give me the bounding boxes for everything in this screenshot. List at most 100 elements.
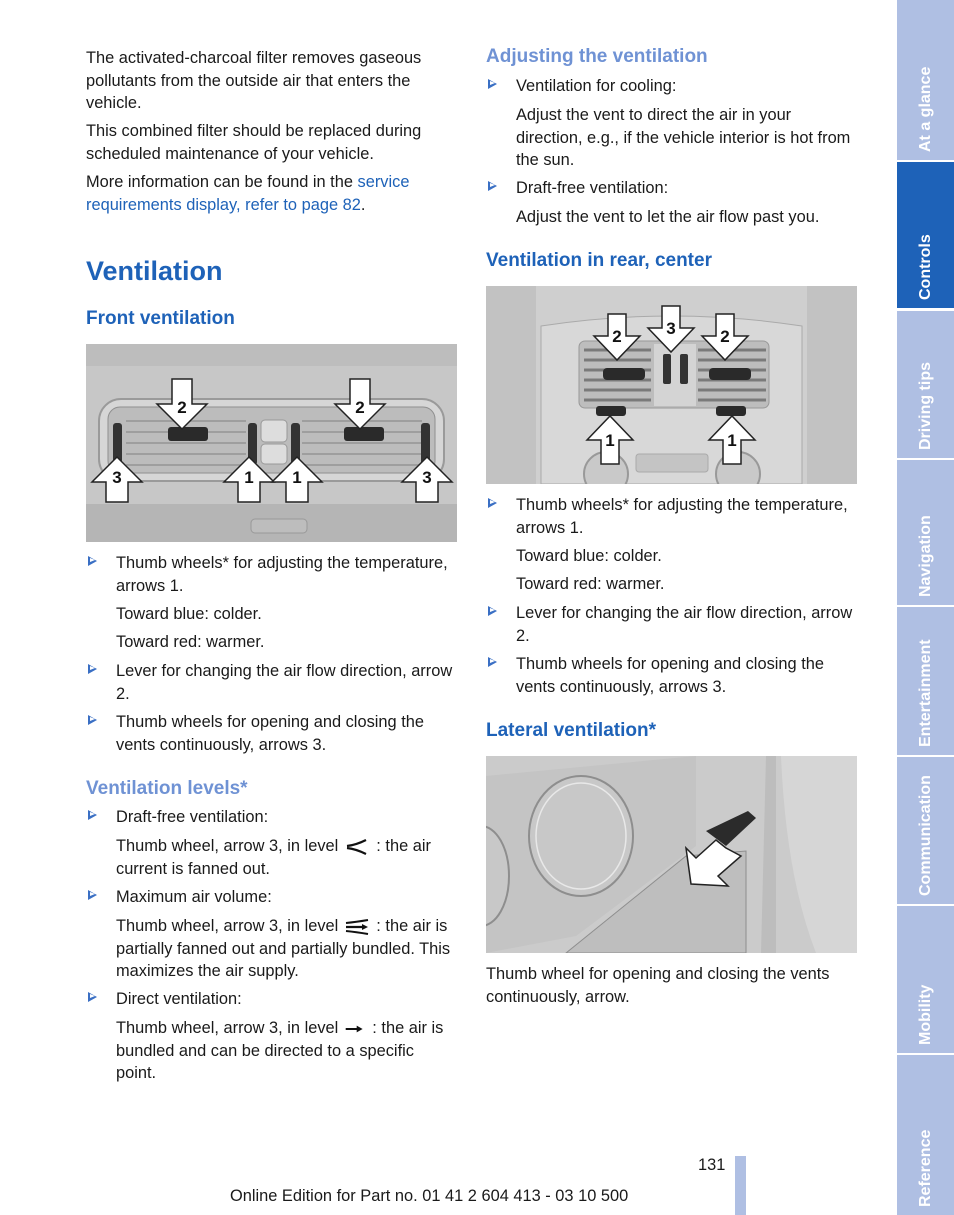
- front-lever-left: [168, 427, 208, 441]
- bullet-text: Thumb wheels for opening and closing the…: [516, 655, 824, 696]
- rear-temp-wheel-left: [596, 406, 626, 416]
- level-desc-direct: Thumb wheel, arrow 3, in level: the air …: [116, 1017, 458, 1085]
- figure-label: 1: [244, 468, 253, 487]
- page-marker-bar: [735, 1156, 746, 1215]
- tab-controls[interactable]: Controls: [897, 162, 954, 308]
- front-bullet-vents: Thumb wheels for opening and closing the…: [86, 711, 458, 756]
- bullet-triangle-icon: [488, 181, 497, 191]
- figure-label: 1: [727, 431, 736, 450]
- bullet-text: Draft-free ventilation:: [116, 808, 269, 826]
- figure-label: 2: [177, 398, 186, 417]
- bullet-triangle-icon: [88, 715, 97, 725]
- level-desc-draft-free: Thumb wheel, arrow 3, in level: the air …: [116, 835, 458, 880]
- tab-communication[interactable]: Communication: [897, 757, 954, 904]
- rear-bullet-lever: Lever for changing the air flow directio…: [486, 602, 858, 647]
- tab-label: Driving tips: [916, 361, 934, 450]
- bullet-text: Thumb wheels* for adjusting the temperat…: [516, 496, 848, 537]
- adjusting-ventilation-heading: Adjusting the ventilation: [486, 46, 708, 67]
- rear-sub-blue: Toward blue: colder.: [516, 547, 662, 565]
- rear-bullet-vents: Thumb wheels for opening and closing the…: [486, 653, 858, 698]
- bullet-triangle-icon: [88, 664, 97, 674]
- tab-entertainment[interactable]: Entertainment: [897, 607, 954, 755]
- bullet-triangle-icon: [88, 810, 97, 820]
- figure-label: 1: [605, 431, 614, 450]
- edition-text: Online Edition for Part no. 01 41 2 604 …: [230, 1187, 629, 1205]
- bullet-text: Maximum air volume:: [116, 888, 272, 906]
- tab-mobility[interactable]: Mobility: [897, 906, 954, 1053]
- tab-label: Entertainment: [916, 639, 934, 747]
- tab-label: Navigation: [916, 515, 934, 597]
- figure-label: 1: [292, 468, 301, 487]
- bullet-text: Draft-free ventilation:: [516, 179, 669, 197]
- intro-paragraph-2: This combined filter should be replaced …: [86, 122, 422, 163]
- bullet-triangle-icon: [88, 992, 97, 1002]
- bundled-arrow-icon: [345, 1025, 363, 1033]
- tab-reference[interactable]: Reference: [897, 1055, 954, 1215]
- intro-paragraph-1: The activated-charcoal filter removes ga…: [86, 49, 422, 112]
- adjust-bullet-draft-free: Draft-free ventilation:: [486, 177, 858, 200]
- tab-label: Communication: [916, 775, 934, 896]
- tab-label: At a glance: [916, 66, 934, 152]
- hazard-button: [260, 419, 288, 443]
- bullet-triangle-icon: [488, 79, 497, 89]
- bullet-triangle-icon: [488, 606, 497, 616]
- thumb-wheel: [663, 354, 671, 384]
- adjust-bullet-cooling: Ventilation for cooling:: [486, 75, 858, 98]
- page-number: 131: [698, 1156, 726, 1174]
- rear-bullet-temperature: Thumb wheels* for adjusting the temperat…: [486, 494, 858, 539]
- more-info-paragraph: More information can be found in the ser…: [86, 171, 458, 216]
- lock-button: [260, 443, 288, 465]
- level-desc-pre: Thumb wheel, arrow 3, in level: [116, 1019, 339, 1037]
- figure-label: 3: [666, 319, 675, 338]
- thumb-wheel: [680, 354, 688, 384]
- bullet-triangle-icon: [488, 498, 497, 508]
- rear-sub-red: Toward red: warmer.: [516, 575, 665, 593]
- fanned-out-icon: [347, 838, 367, 855]
- tab-navigation[interactable]: Navigation: [897, 460, 954, 605]
- more-info-suffix: .: [360, 195, 366, 214]
- bullet-text: Thumb wheels* for adjusting the temperat…: [116, 554, 448, 595]
- front-bullet-lever: Lever for changing the air flow directio…: [86, 660, 458, 705]
- front-lever-right: [344, 427, 384, 441]
- lateral-ventilation-heading: Lateral ventilation*: [486, 720, 656, 741]
- page-title: Ventilation: [86, 256, 223, 286]
- ventilation-levels-heading: Ventilation levels*: [86, 778, 248, 799]
- figure-label: 3: [422, 468, 431, 487]
- rear-center-heading: Ventilation in rear, center: [486, 250, 712, 271]
- tab-at-a-glance[interactable]: At a glance: [897, 0, 954, 160]
- figure-label: 2: [612, 327, 621, 346]
- rear-ventilation-figure: 2 3 2 1 1: [486, 286, 857, 484]
- more-info-text: More information can be found in the: [86, 173, 358, 191]
- front-sub-red: Toward red: warmer.: [116, 633, 265, 651]
- figure-label: 2: [355, 398, 364, 417]
- bullet-triangle-icon: [488, 657, 497, 667]
- front-bullet-temperature: Thumb wheels* for adjusting the temperat…: [86, 552, 458, 597]
- front-sub-blue: Toward blue: colder.: [116, 605, 262, 623]
- figure-label: 2: [720, 327, 729, 346]
- bullet-triangle-icon: [88, 890, 97, 900]
- level-bullet-max-volume: Maximum air volume:: [86, 886, 458, 909]
- front-ventilation-figure: 2 2 3 1 1 3: [86, 344, 457, 542]
- level-bullet-direct: Direct ventilation:: [86, 988, 458, 1011]
- tab-label: Controls: [916, 234, 934, 300]
- bullet-triangle-icon: [88, 556, 97, 566]
- bullet-text: Ventilation for cooling:: [516, 77, 677, 95]
- tab-label: Mobility: [916, 984, 934, 1045]
- bullet-text: Lever for changing the air flow directio…: [516, 604, 853, 645]
- lateral-caption: Thumb wheel for opening and closing the …: [486, 965, 830, 1006]
- level-desc-pre: Thumb wheel, arrow 3, in level: [116, 917, 339, 935]
- lateral-ventilation-figure: [486, 756, 857, 953]
- level-desc-pre: Thumb wheel, arrow 3, in level: [116, 837, 339, 855]
- tab-label: Reference: [916, 1129, 934, 1207]
- adjust-desc-draft-free: Adjust the vent to let the air flow past…: [516, 208, 820, 226]
- level-desc-max-volume: Thumb wheel, arrow 3, in level: the air …: [116, 915, 458, 983]
- bullet-text: Direct ventilation:: [116, 990, 242, 1008]
- rear-lever-right: [709, 368, 751, 380]
- bullet-text: Thumb wheels for opening and closing the…: [116, 713, 424, 754]
- rear-temp-wheel-right: [716, 406, 746, 416]
- bullet-text: Lever for changing the air flow directio…: [116, 662, 453, 703]
- front-ventilation-heading: Front ventilation: [86, 308, 235, 329]
- rear-lever-left: [603, 368, 645, 380]
- tab-driving-tips[interactable]: Driving tips: [897, 311, 954, 458]
- level-bullet-draft-free: Draft-free ventilation:: [86, 806, 458, 829]
